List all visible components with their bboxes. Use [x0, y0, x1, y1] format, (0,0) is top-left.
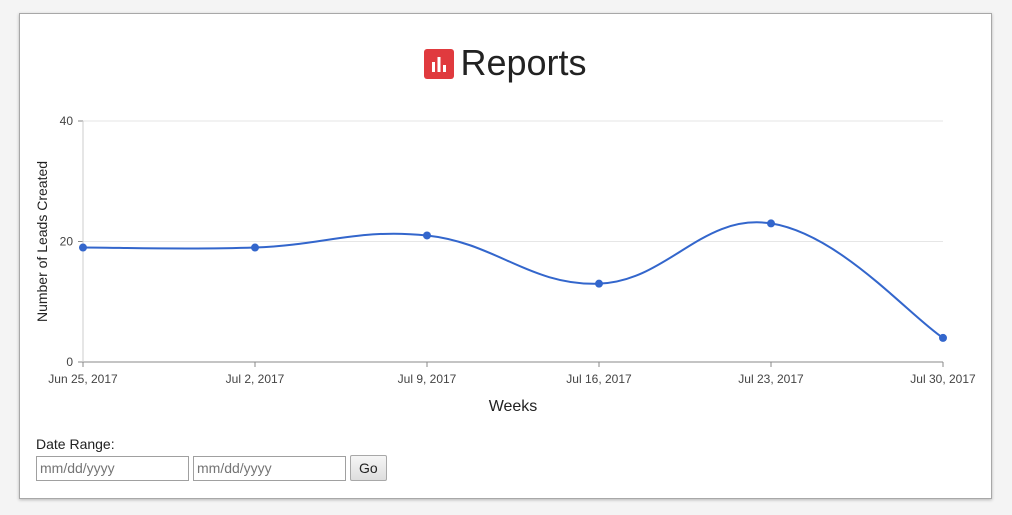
data-point — [939, 333, 947, 342]
x-tick-label: Jul 16, 2017 — [566, 372, 632, 386]
series-line — [82, 221, 944, 339]
x-tick-label: Jun 25, 2017 — [48, 372, 118, 386]
x-tick-label: Jul 9, 2017 — [398, 372, 457, 386]
go-button[interactable]: Go — [350, 455, 387, 481]
x-axis-title: Weeks — [489, 398, 538, 415]
x-tick-label: Jul 30, 2017 — [910, 372, 976, 386]
y-tick-label: 20 — [60, 235, 74, 249]
data-point — [251, 243, 259, 252]
y-axis-title: Number of Leads Created — [34, 161, 50, 322]
x-tick-label: Jul 2, 2017 — [226, 372, 285, 386]
reports-panel: Reports 0 20 40 Jun 25, 2017 Jul 2, 2017 Jul … — [19, 13, 992, 499]
date-range-controls: Date Range: Go — [36, 436, 387, 481]
start-date-input[interactable] — [36, 455, 189, 481]
y-tick-label: 0 — [66, 355, 73, 369]
end-date-input[interactable] — [193, 455, 346, 481]
data-point — [767, 219, 775, 228]
y-tick-label: 40 — [60, 114, 74, 128]
date-range-label: Date Range: — [36, 436, 115, 452]
data-point — [79, 243, 87, 252]
leads-line-chart: 0 20 40 Jun 25, 2017 Jul 2, 2017 Jul 9, 2017 J… — [34, 114, 976, 415]
data-point — [595, 279, 603, 288]
data-point — [423, 231, 431, 240]
x-tick-label: Jul 23, 2017 — [738, 372, 804, 386]
